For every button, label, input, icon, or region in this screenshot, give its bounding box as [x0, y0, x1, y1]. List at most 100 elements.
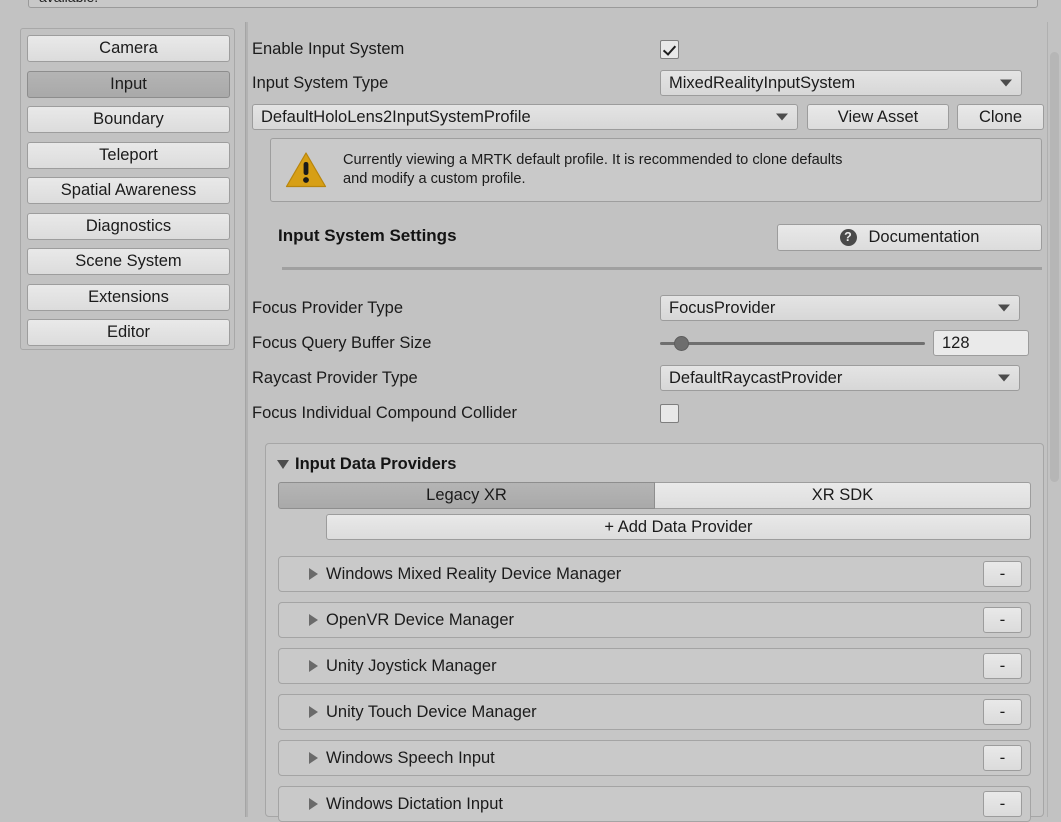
focus-individual-compound-collider-checkbox[interactable] [660, 403, 679, 423]
documentation-button[interactable]: ? Documentation [777, 224, 1042, 251]
slider-knob[interactable] [673, 336, 689, 351]
focus-query-buffer-size-input[interactable]: 128 [933, 330, 1029, 356]
scrollbar-thumb[interactable] [1050, 52, 1059, 482]
chevron-down-icon [998, 374, 1010, 382]
triangle-right-icon [309, 706, 318, 718]
sidebar-item-spatial-awareness[interactable]: Spatial Awareness [27, 177, 230, 204]
sidebar-item-label: Scene System [75, 252, 182, 270]
triangle-right-icon [309, 798, 318, 810]
provider-foldout-toggle[interactable]: Windows Dictation Input [309, 795, 503, 814]
focus-provider-type-label: Focus Provider Type [252, 298, 404, 317]
clipped-helpbox-text: available. [39, 0, 98, 5]
provider-foldout-toggle[interactable]: Windows Speech Input [309, 749, 495, 768]
view-asset-button[interactable]: View Asset [807, 104, 949, 130]
row-focus-query-buffer-size: Focus Query Buffer Size 128 [252, 330, 1029, 356]
focus-query-buffer-size-label: Focus Query Buffer Size [252, 333, 432, 352]
raycast-provider-type-value: DefaultRaycastProvider [669, 368, 843, 387]
sidebar-item-label: Camera [99, 39, 158, 57]
provider-row-windows-mixed-reality-device-manager[interactable]: Windows Mixed Reality Device Manager - [278, 556, 1031, 592]
enable-input-system-checkbox[interactable] [660, 39, 679, 59]
section-title: Input System Settings [278, 226, 457, 245]
sidebar-item-diagnostics[interactable]: Diagnostics [27, 212, 230, 240]
clone-button[interactable]: Clone [957, 104, 1044, 130]
profile-object-field[interactable]: DefaultHoloLens2InputSystemProfile [252, 104, 798, 130]
input-data-providers-foldout[interactable]: Input Data Providers [277, 455, 456, 474]
row-input-system-type: Input System Type MixedRealityInputSyste… [252, 70, 1022, 96]
provider-name: Windows Dictation Input [326, 794, 503, 813]
provider-name: Unity Touch Device Manager [326, 702, 537, 721]
profile-sidebar: Camera Input Boundary Teleport Spatial Aware… [20, 28, 235, 350]
sidebar-item-scene-system[interactable]: Scene System [27, 248, 230, 275]
input-system-type-label: Input System Type [252, 73, 389, 92]
provider-name: Unity Joystick Manager [326, 656, 497, 675]
focus-provider-type-value: FocusProvider [669, 298, 776, 317]
remove-provider-button[interactable]: - [983, 653, 1022, 679]
triangle-right-icon [309, 614, 318, 626]
profile-object-value: DefaultHoloLens2InputSystemProfile [261, 107, 531, 126]
focus-provider-type-dropdown[interactable]: FocusProvider [660, 295, 1020, 321]
warning-text-line2: and modify a custom profile. [343, 171, 526, 187]
row-focus-provider-type: Focus Provider Type FocusProvider [252, 295, 1020, 321]
provider-row-openvr-device-manager[interactable]: OpenVR Device Manager - [278, 602, 1031, 638]
sidebar-item-label: Boundary [93, 110, 164, 128]
remove-provider-button[interactable]: - [983, 745, 1022, 771]
chevron-down-icon [1000, 79, 1012, 87]
input-system-type-value: MixedRealityInputSystem [669, 73, 856, 92]
tab-xr-sdk[interactable]: XR SDK [655, 482, 1031, 509]
focus-query-buffer-size-slider[interactable] [660, 333, 925, 353]
enable-input-system-label: Enable Input System [252, 39, 405, 58]
sidebar-item-input[interactable]: Input [27, 70, 230, 98]
input-data-providers-label: Input Data Providers [295, 455, 457, 473]
sidebar-item-extensions[interactable]: Extensions [27, 283, 230, 311]
remove-provider-button[interactable]: - [983, 791, 1022, 817]
raycast-provider-type-dropdown[interactable]: DefaultRaycastProvider [660, 365, 1020, 391]
tab-legacy-xr[interactable]: Legacy XR [278, 482, 655, 509]
row-enable-input-system: Enable Input System [252, 36, 679, 62]
chevron-down-icon [998, 304, 1010, 312]
provider-row-windows-speech-input[interactable]: Windows Speech Input - [278, 740, 1031, 776]
remove-provider-button[interactable]: - [983, 699, 1022, 725]
provider-name: Windows Speech Input [326, 748, 495, 767]
sidebar-item-teleport[interactable]: Teleport [27, 141, 230, 169]
input-system-type-dropdown[interactable]: MixedRealityInputSystem [660, 70, 1022, 96]
raycast-provider-type-label: Raycast Provider Type [252, 368, 418, 387]
provider-foldout-toggle[interactable]: Unity Joystick Manager [309, 657, 497, 676]
sidebar-item-label: Diagnostics [85, 216, 172, 235]
warning-triangle-icon [285, 151, 327, 189]
clipped-helpbox: available. [28, 0, 1038, 8]
provider-row-unity-touch-device-manager[interactable]: Unity Touch Device Manager - [278, 694, 1031, 730]
sidebar-item-label: Teleport [99, 145, 158, 164]
documentation-button-label: Documentation [868, 228, 980, 246]
sidebar-item-label: Extensions [88, 287, 169, 306]
warning-text: Currently viewing a MRTK default profile… [343, 151, 842, 189]
sidebar-item-camera[interactable]: Camera [27, 35, 230, 62]
triangle-right-icon [309, 568, 318, 580]
triangle-right-icon [309, 752, 318, 764]
input-data-providers-group: Input Data Providers Legacy XR XR SDK + … [265, 443, 1044, 822]
sidebar-item-boundary[interactable]: Boundary [27, 106, 230, 133]
panel-divider [245, 22, 248, 817]
remove-provider-button[interactable]: - [983, 561, 1022, 587]
provider-name: Windows Mixed Reality Device Manager [326, 564, 622, 583]
slider-track [660, 342, 925, 345]
triangle-right-icon [309, 660, 318, 672]
vertical-scrollbar[interactable] [1047, 22, 1061, 817]
provider-name: OpenVR Device Manager [326, 610, 515, 629]
row-focus-individual-compound-collider: Focus Individual Compound Collider [252, 400, 679, 426]
help-question-icon: ? [839, 229, 857, 246]
xr-pipeline-tabs: Legacy XR XR SDK [278, 482, 1031, 509]
triangle-down-icon [277, 460, 289, 469]
remove-provider-button[interactable]: - [983, 607, 1022, 633]
sidebar-item-editor[interactable]: Editor [27, 319, 230, 346]
provider-row-unity-joystick-manager[interactable]: Unity Joystick Manager - [278, 648, 1031, 684]
focus-individual-compound-collider-label: Focus Individual Compound Collider [252, 403, 518, 422]
add-data-provider-button[interactable]: + Add Data Provider [326, 514, 1031, 540]
sidebar-item-label: Editor [106, 323, 151, 341]
provider-foldout-toggle[interactable]: Windows Mixed Reality Device Manager [309, 565, 621, 584]
input-system-main-panel: Enable Input System Input System Type Mi… [252, 22, 1044, 822]
provider-foldout-toggle[interactable]: OpenVR Device Manager [309, 611, 514, 630]
sidebar-item-label: Spatial Awareness [60, 181, 197, 199]
row-raycast-provider-type: Raycast Provider Type DefaultRaycastProv… [252, 365, 1020, 391]
row-profile-selector: DefaultHoloLens2InputSystemProfile View … [252, 104, 1044, 130]
provider-foldout-toggle[interactable]: Unity Touch Device Manager [309, 703, 537, 722]
